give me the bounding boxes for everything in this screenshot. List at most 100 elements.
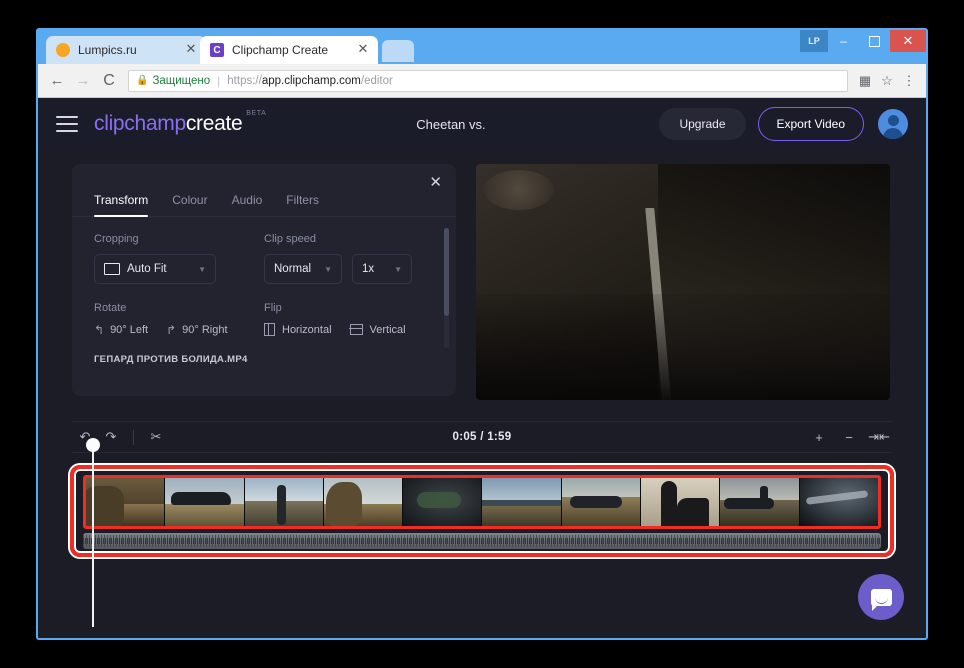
kebab-menu-icon[interactable]: ⋮ [898,70,920,92]
rotate-right-button[interactable]: ↱ 90° Right [166,323,227,337]
intercom-chat-button[interactable] [858,574,904,620]
export-video-button[interactable]: Export Video [757,107,864,141]
clip-speed-select[interactable]: Normal ▼ [264,254,342,284]
translate-icon[interactable]: ▦ [854,70,876,92]
cropping-select[interactable]: Auto Fit ▼ [94,254,216,284]
clip-thumb-animal [677,498,710,526]
playhead-handle[interactable] [86,438,100,452]
logo-clipchamp: clipchamp [94,112,186,135]
rotate-left-label: 90° Left [110,324,149,336]
clip-speed-multiplier-select[interactable]: 1x ▼ [352,254,412,284]
panel-scrollbar-thumb[interactable] [444,228,449,316]
timeline-clip[interactable] [720,478,800,526]
timeline-clip[interactable] [403,478,483,526]
scissors-icon[interactable]: ✂ [143,424,169,450]
flip-group: Flip Horizontal Vertical [264,302,434,337]
timeline-clip[interactable] [323,478,404,526]
forward-button[interactable]: → [70,68,96,94]
tab-close-icon[interactable]: ✕ [357,42,369,55]
crop-frame-icon [104,263,120,275]
timeline-clip[interactable] [86,478,166,526]
new-tab-button[interactable] [382,40,414,62]
timeline-clip[interactable] [561,478,642,526]
lumpics-favicon-icon [56,43,70,57]
clip-speed-value: Normal [274,263,312,275]
timeline-clip[interactable] [482,478,562,526]
reload-button[interactable]: C [96,68,122,94]
tab-colour[interactable]: Colour [172,193,207,216]
tab-audio[interactable]: Audio [232,193,263,216]
tab-filters[interactable]: Filters [286,193,319,216]
back-button[interactable]: ← [44,68,70,94]
cropping-label: Cropping [94,233,139,245]
tab-title: Lumpics.ru [78,43,137,57]
close-panel-icon[interactable]: ✕ [429,175,442,190]
browser-tab-lumpics[interactable]: Lumpics.ru ✕ [46,36,206,64]
close-button[interactable]: ✕ [890,30,926,52]
audio-waveform-inner [83,538,881,544]
flip-vertical-button[interactable]: Vertical [349,323,406,336]
clip-speed-group: Clip speed Normal ▼ 1x ▼ [264,233,434,284]
timecode-display: 0:05 / 1:59 [452,431,512,443]
project-title[interactable]: Cheetan vs. [242,117,659,132]
timeline-clip[interactable] [244,478,324,526]
panel-scrollbar[interactable] [444,228,449,348]
window-controls: LP – ✕ [800,30,926,56]
preview-glow [484,170,554,210]
timeline-clip[interactable] [799,478,878,526]
rotate-right-icon: ↱ [166,323,177,337]
clip-speed-controls: Normal ▼ 1x ▼ [264,254,434,284]
tab-close-icon[interactable]: ✕ [185,42,197,55]
redo-icon[interactable]: ↷ [98,424,124,450]
flip-horizontal-button[interactable]: Horizontal [264,322,332,337]
zoom-out-button[interactable]: − [836,424,862,450]
transform-panel-body: Cropping Auto Fit ▼ Clip speed Normal ▼ … [72,217,456,365]
audio-waveform-track[interactable] [83,533,881,549]
url-path: /editor [360,74,393,87]
browser-window: Lumpics.ru ✕ C Clipchamp Create ✕ LP – ✕… [36,28,928,640]
video-preview[interactable] [476,164,890,400]
minimize-button[interactable]: – [828,30,859,52]
avatar-head-icon [887,115,899,126]
timeline-toolbar: ↶ ↷ ✂ 0:05 / 1:59 + − ⇥⇤ [72,421,892,453]
zoom-in-button[interactable]: + [806,424,832,450]
timeline[interactable] [70,465,894,557]
browser-tab-clipchamp[interactable]: C Clipchamp Create ✕ [200,36,378,64]
rotate-left-icon: ↰ [94,323,105,337]
url-host: app.clipchamp.com [261,74,361,87]
timeline-clip[interactable] [165,478,245,526]
fit-timeline-icon[interactable]: ⇥⇤ [866,424,892,450]
user-avatar[interactable] [878,109,908,139]
flip-vertical-icon [349,324,363,335]
app-main-area: ✕ Transform Colour Audio Filters Croppin… [38,150,926,405]
cropping-value: Auto Fit [127,263,167,275]
timeline-clip[interactable] [641,478,721,526]
tab-title: Clipchamp Create [232,43,329,57]
clip-thumb-sky [561,478,641,498]
hamburger-menu-icon[interactable] [56,116,78,132]
clip-properties-panel: ✕ Transform Colour Audio Filters Croppin… [72,164,456,396]
upgrade-button[interactable]: Upgrade [659,108,746,140]
cropping-group: Cropping Auto Fit ▼ [94,233,264,284]
clipchamp-logo[interactable]: clipchampcreate BETA [94,110,266,136]
toolbar-divider [133,429,134,445]
lastpass-icon[interactable]: LP [800,30,828,52]
star-icon[interactable]: ☆ [876,70,898,92]
beta-badge: BETA [246,110,267,117]
flip-buttons: Horizontal Vertical [264,322,434,337]
screenshot-root: Lumpics.ru ✕ C Clipchamp Create ✕ LP – ✕… [0,0,964,668]
address-bar[interactable]: 🔒 Защищено | https://app.clipchamp.com/e… [128,69,848,92]
maximize-button[interactable] [859,30,890,52]
rotate-right-label: 90° Right [182,324,228,336]
timeline-playhead[interactable] [86,438,100,627]
rotate-group: Rotate ↰ 90° Left ↱ 90° Right [94,302,264,337]
rotate-left-button[interactable]: ↰ 90° Left [94,323,148,337]
secure-label: Защищено [152,74,211,87]
omnibox-divider: | [217,73,221,88]
clip-thumb-person [276,485,286,525]
flip-vertical-label: Vertical [369,323,406,336]
video-track[interactable] [83,475,881,529]
clip-thumb-mountains [482,500,561,506]
tab-transform[interactable]: Transform [94,193,149,217]
clip-thumb-ground [482,502,561,526]
